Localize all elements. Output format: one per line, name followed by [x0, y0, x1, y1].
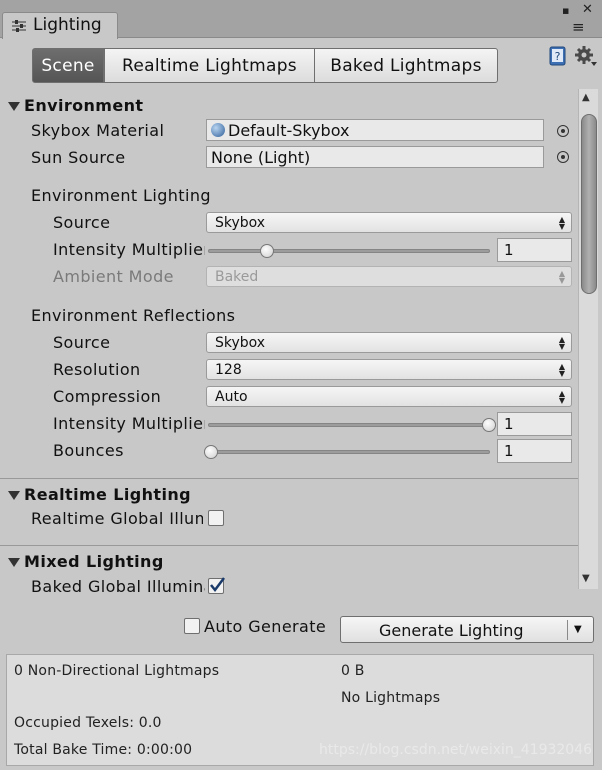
checkmark-icon [210, 577, 225, 593]
scroll-down-icon[interactable]: ▼ [582, 573, 590, 584]
env-lighting-source-value: Skybox [215, 214, 266, 231]
button-divider [567, 620, 568, 640]
tab-scene[interactable]: Scene [32, 48, 104, 83]
reflections-intensity-slider-track[interactable] [208, 423, 490, 427]
window-title: Lighting [33, 15, 102, 35]
reflections-source-dropdown[interactable]: Skybox ▲ ▼ [206, 332, 572, 353]
sphere-icon [211, 123, 225, 137]
generate-lighting-label: Generate Lighting [379, 621, 524, 640]
window-titlebar: Lighting ▪ ✕ ≡ [0, 0, 602, 39]
object-picker-icon[interactable] [557, 151, 569, 163]
window-menu-icon[interactable]: ≡ [572, 18, 585, 36]
reflections-source-label: Source [53, 333, 111, 352]
auto-generate-checkbox[interactable] [184, 618, 200, 634]
environment-foldout-icon[interactable] [8, 102, 20, 111]
reflections-source-value: Skybox [215, 334, 266, 351]
scrollbar-thumb[interactable] [581, 114, 597, 294]
resolution-label: Resolution [53, 360, 141, 379]
compression-value: Auto [215, 388, 248, 405]
baked-gi-checkbox[interactable] [208, 577, 225, 594]
section-divider [0, 478, 578, 479]
bounces-slider-track[interactable] [208, 450, 490, 454]
env-lighting-intensity-label: Intensity Multiplier [53, 240, 205, 259]
scroll-up-icon[interactable]: ▲ [582, 92, 590, 103]
skybox-material-field[interactable]: Default-Skybox [206, 119, 544, 141]
lighting-window-tab[interactable]: Lighting [2, 12, 118, 39]
no-lightmaps-text: No Lightmaps [341, 690, 441, 706]
sun-source-label: Sun Source [31, 148, 126, 167]
baked-gi-label: Baked Global Illumination [31, 577, 205, 596]
ambient-mode-label: Ambient Mode [53, 267, 174, 286]
realtime-lighting-header[interactable]: Realtime Lighting [24, 485, 191, 504]
env-lighting-source-label: Source [53, 213, 111, 232]
bounces-input[interactable]: 1 [497, 439, 572, 463]
skybox-material-label: Skybox Material [31, 121, 165, 140]
dropdown-arrows-icon: ▲ ▼ [558, 389, 565, 405]
gear-icon[interactable] [574, 45, 598, 67]
env-lighting-intensity-input[interactable]: 1 [497, 238, 572, 262]
mixed-foldout-icon[interactable] [8, 558, 20, 567]
ambient-mode-value: Baked [215, 268, 259, 285]
object-picker-icon[interactable] [557, 125, 569, 137]
resolution-dropdown[interactable]: 128 ▲ ▼ [206, 359, 572, 380]
dropdown-arrows-icon: ▲ ▼ [558, 362, 565, 378]
resolution-value: 128 [215, 361, 242, 378]
dropdown-arrows-icon: ▲ ▼ [558, 215, 565, 231]
realtime-gi-label: Realtime Global Illumination [31, 509, 203, 528]
environment-lighting-header: Environment Lighting [31, 186, 211, 205]
env-lighting-intensity-slider-handle[interactable] [259, 244, 274, 258]
reflections-intensity-input[interactable]: 1 [497, 412, 572, 436]
tab-realtime-lightmaps[interactable]: Realtime Lightmaps [104, 48, 315, 83]
lightmaps-count: 0 Non-Directional Lightmaps [14, 663, 220, 679]
environment-header[interactable]: Environment [24, 96, 143, 115]
realtime-gi-checkbox[interactable] [208, 510, 224, 526]
close-icon[interactable]: ✕ [582, 2, 593, 17]
sun-source-value: None (Light) [211, 147, 311, 167]
env-lighting-source-dropdown[interactable]: Skybox ▲ ▼ [206, 212, 572, 233]
compression-dropdown[interactable]: Auto ▲ ▼ [206, 386, 572, 407]
watermark-text: https://blog.csdn.net/weixin_41932046 [319, 742, 593, 758]
generate-dropdown-icon[interactable]: ▼ [574, 624, 582, 635]
help-book-icon[interactable]: ? [548, 46, 568, 66]
mixed-lighting-header[interactable]: Mixed Lighting [24, 552, 164, 571]
bounces-label: Bounces [53, 441, 124, 460]
env-lighting-intensity-slider-track[interactable] [208, 249, 490, 253]
reflections-intensity-label: Intensity Multiplier [53, 414, 205, 433]
reflections-intensity-slider-handle[interactable] [482, 418, 496, 432]
lightmaps-size: 0 B [341, 663, 365, 679]
svg-text:?: ? [555, 50, 561, 63]
realtime-foldout-icon[interactable] [8, 491, 20, 500]
total-bake-time: Total Bake Time: 0:00:00 [14, 742, 193, 758]
ambient-mode-dropdown: Baked ▲ ▼ [206, 266, 572, 287]
sun-source-field[interactable]: None (Light) [206, 146, 544, 168]
sliders-icon [12, 20, 26, 32]
dropdown-arrows-icon: ▲ ▼ [558, 335, 565, 351]
compression-label: Compression [53, 387, 162, 406]
tab-baked-lightmaps[interactable]: Baked Lightmaps [314, 48, 498, 83]
environment-reflections-header: Environment Reflections [31, 306, 236, 325]
skybox-material-value: Default-Skybox [228, 120, 350, 140]
dropdown-arrows-icon: ▲ ▼ [558, 269, 565, 285]
section-divider [0, 545, 578, 546]
auto-generate-label: Auto Generate [204, 617, 327, 636]
bounces-slider-handle[interactable] [204, 445, 218, 459]
lightmap-stats-panel: 0 Non-Directional Lightmaps 0 B No Light… [6, 654, 594, 766]
generate-lighting-button[interactable]: Generate Lighting ▼ [340, 616, 594, 643]
maximize-icon[interactable]: ▪ [562, 4, 569, 17]
occupied-texels: Occupied Texels: 0.0 [14, 715, 162, 731]
